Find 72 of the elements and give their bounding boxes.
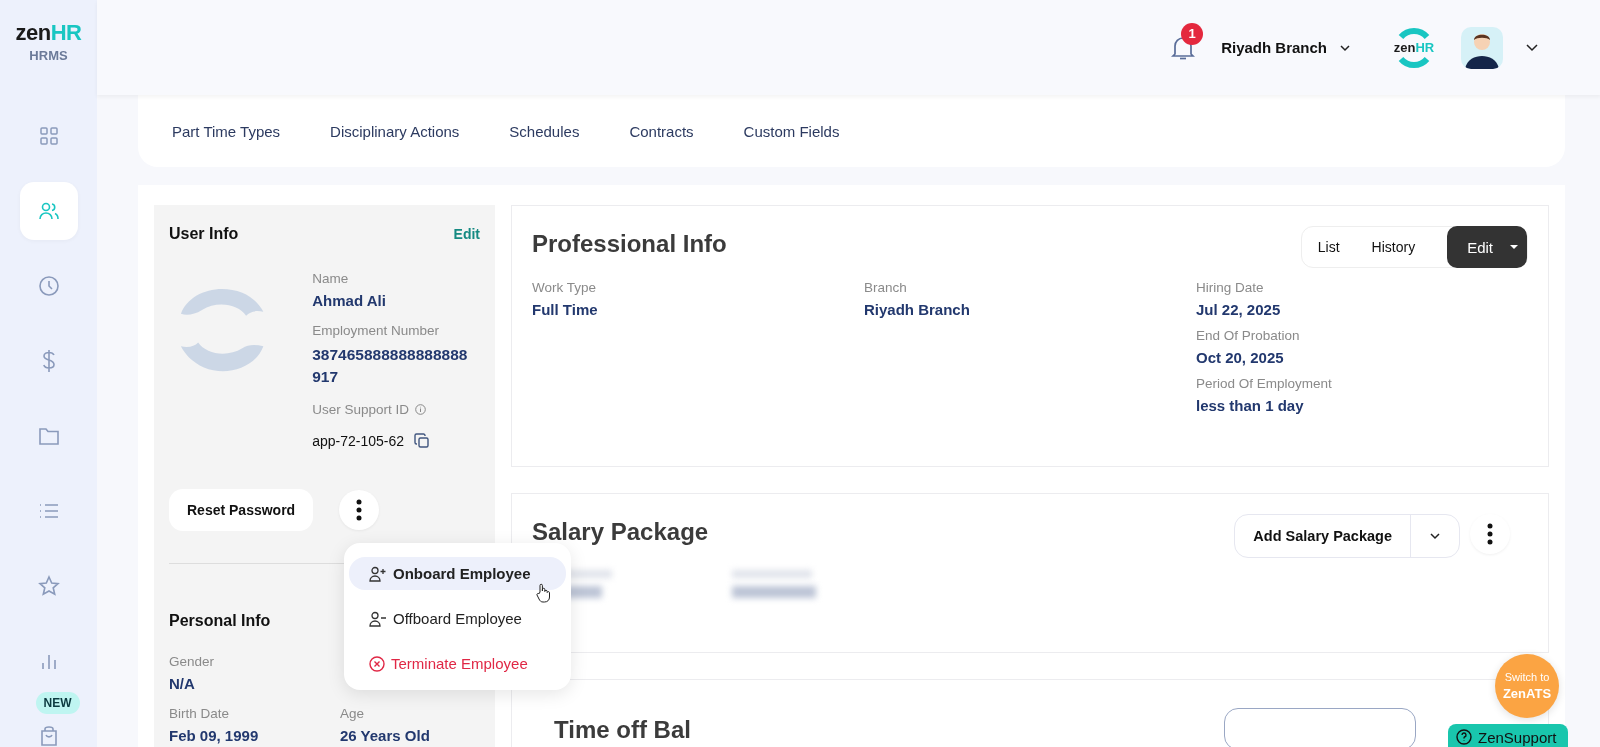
field-value: Feb 09, 1999	[169, 727, 259, 744]
help-icon	[1456, 729, 1472, 745]
copy-icon[interactable]	[414, 433, 431, 449]
list-icon	[38, 503, 59, 519]
edit-button[interactable]: Edit	[1447, 226, 1527, 268]
branch-selector[interactable]: Riyadh Branch	[1221, 39, 1351, 56]
employment-number: 387465888888888888917	[312, 345, 469, 387]
field-value: 26 Years Old	[340, 727, 430, 744]
field-label: Name	[312, 271, 349, 286]
section-title: Salary Package	[532, 518, 709, 546]
segment-button[interactable]: List	[1317, 239, 1356, 255]
more-vertical-icon	[1487, 523, 1493, 545]
field-label: Birth Date	[169, 706, 230, 721]
support-id: app-72-105-62	[312, 433, 405, 449]
close-circle-icon	[369, 655, 385, 672]
field-value: N/A	[169, 675, 195, 692]
segment-button[interactable]: History	[1371, 239, 1432, 255]
tab[interactable]: Contracts	[629, 122, 694, 140]
section-title: User Info	[169, 225, 239, 243]
section-title: Personal Info	[169, 612, 271, 630]
field-value: less than 1 day	[1196, 397, 1305, 414]
info-icon[interactable]	[415, 404, 426, 415]
employee-name: Ahmad Ali	[312, 292, 386, 309]
tab[interactable]: Disciplinary Actions	[330, 122, 460, 140]
edit-link[interactable]: Edit	[453, 226, 480, 242]
clock-icon	[37, 275, 60, 297]
more-options-button[interactable]	[339, 490, 380, 530]
field-label: Age	[340, 706, 365, 721]
tab[interactable]: Part Time Types	[172, 122, 281, 140]
sidebar-item[interactable]	[19, 182, 78, 240]
user-plus-icon	[369, 565, 387, 582]
bag-icon	[38, 725, 59, 747]
chevron-down-icon	[1429, 532, 1441, 540]
hand-cursor-icon	[536, 583, 550, 603]
menu-item[interactable]: Onboard Employee	[349, 557, 566, 590]
grid-icon	[38, 126, 59, 146]
menu-item[interactable]: Terminate Employee	[349, 647, 566, 680]
field-label: User Support ID	[312, 402, 409, 417]
people-icon	[37, 201, 60, 221]
app-subtitle: HRMS	[29, 48, 68, 63]
field-label: Work Type	[532, 280, 598, 295]
field-label: Hiring Date	[1196, 280, 1265, 295]
field-value: Jul 22, 2025	[1196, 301, 1282, 318]
more-vertical-icon	[356, 499, 363, 521]
field-label: End Of Probation	[1196, 328, 1301, 343]
field-label: Branch	[864, 280, 908, 295]
zenhr-logo: zenHR	[1391, 24, 1437, 71]
folder-icon	[37, 426, 60, 446]
field-label: Employment Number	[312, 323, 439, 338]
section-title: Time off Bal	[554, 716, 691, 744]
star-icon	[37, 575, 60, 597]
tab[interactable]: Schedules	[509, 122, 580, 140]
notification-count: 1	[1181, 22, 1204, 45]
field-value: Oct 20, 2025	[1196, 349, 1285, 366]
new-badge: NEW	[35, 692, 80, 714]
bar-chart-icon	[39, 652, 58, 670]
user-avatar[interactable]	[1461, 26, 1503, 69]
chevron-down-icon[interactable]	[1525, 43, 1539, 52]
dollar-icon	[40, 349, 57, 373]
field-label: Gender	[169, 654, 215, 669]
field-label: Period Of Employment	[1196, 376, 1333, 391]
menu-item[interactable]: Offboard Employee	[349, 602, 566, 635]
caret-down-icon	[1509, 244, 1519, 250]
zenhr-logo: zenHR	[15, 22, 82, 44]
support-button[interactable]: ZenSupport	[1448, 724, 1569, 747]
field-value: Full Time	[532, 301, 599, 318]
user-minus-icon	[369, 610, 387, 627]
section-title: Professional Info	[532, 230, 727, 258]
reset-password-button[interactable]: Reset Password	[169, 489, 314, 531]
field-value: Riyadh Branch	[864, 301, 971, 318]
tab[interactable]: Custom Fields	[743, 122, 840, 140]
chevron-down-icon	[1339, 43, 1351, 52]
